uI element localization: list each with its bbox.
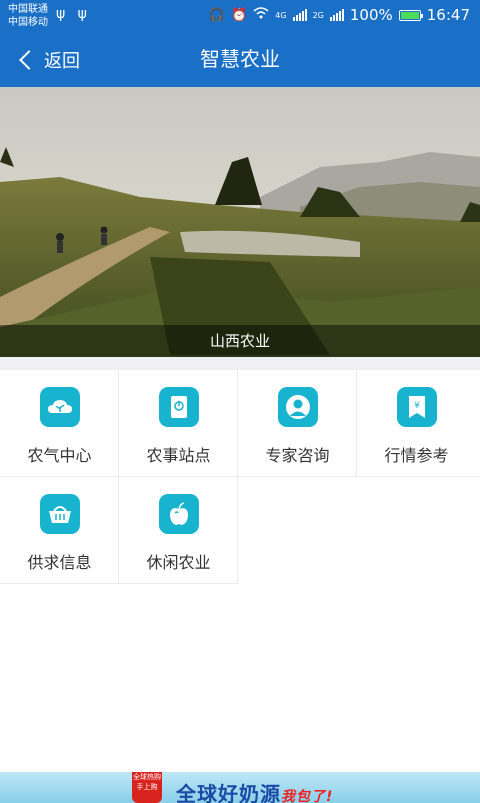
menu-item-label: 休闲农业 [146,553,211,572]
section-divider [0,357,480,370]
menu-item-expert-consult[interactable]: 专家咨询 [238,370,357,477]
price-tag-yen-icon: ¥ [397,387,437,427]
basket-icon [40,494,80,534]
menu-item-market-reference[interactable]: ¥ 行情参考 [357,370,480,477]
status-bar: 中国联通 中国移动 ψ ψ 🎧 ⏰ 4G 2G 100% 16:47 [0,0,480,32]
expert-avatar-icon [278,387,318,427]
ad-badge-line1: 全球热购 [133,773,161,781]
chevron-left-icon [19,49,39,70]
banner-caption: 山西农业 [0,325,480,357]
ad-badge: 全球热购 手上购 [132,772,162,803]
menu-item-farm-station[interactable]: 农事站点 [119,370,238,477]
carrier-2: 中国移动 [8,17,48,28]
menu-item-label: 农事站点 [146,446,211,465]
ad-headline: 全球好奶源我包了! [176,778,333,803]
network-type-2: 2G [312,10,324,20]
menu-item-label: 行情参考 [384,446,449,465]
carrier-info: 中国联通 中国移动 [8,3,48,29]
menu-item-supply-demand[interactable]: 供求信息 [0,477,119,584]
back-button[interactable]: 返回 [18,32,80,87]
battery-icon [398,9,423,21]
signal-icon-1 [292,9,307,21]
ad-tagline: 我包了! [281,789,334,803]
menu-item-label: 专家咨询 [265,446,330,465]
back-label: 返回 [44,50,80,72]
clock: 16:47 [426,6,470,24]
phone-power-icon [159,387,199,427]
ad-headline-text: 全球好奶源 [176,782,281,803]
banner-carousel[interactable]: 山西农业 [0,87,480,357]
status-right-group: 🎧 ⏰ 4G 2G 100% 16:47 [209,6,470,24]
banner-image [0,87,480,357]
network-type-1: 4G [275,10,287,20]
usb-icon: ψ ψ [56,6,91,22]
menu-item-label: 供求信息 [27,553,92,572]
menu-item-weather-center[interactable]: 农气中心 [0,370,119,477]
cloud-sprout-icon [40,387,80,427]
svg-text:¥: ¥ [414,401,420,411]
carrier-1: 中国联通 [8,4,48,15]
ad-banner[interactable]: 全球热购 手上购 全球好奶源我包了! [0,772,480,803]
apple-icon [159,494,199,534]
menu-item-label: 农气中心 [27,446,92,465]
headset-icon: 🎧 [208,7,226,23]
signal-icon-2 [329,9,344,21]
battery-percent: 100% [349,6,393,24]
wifi-icon [253,7,269,23]
alarm-icon: ⏰ [231,7,248,23]
menu-item-leisure-agriculture[interactable]: 休闲农业 [119,477,238,584]
nav-bar: 返回 智慧农业 [0,32,480,87]
ad-badge-line2: 手上购 [136,783,158,791]
